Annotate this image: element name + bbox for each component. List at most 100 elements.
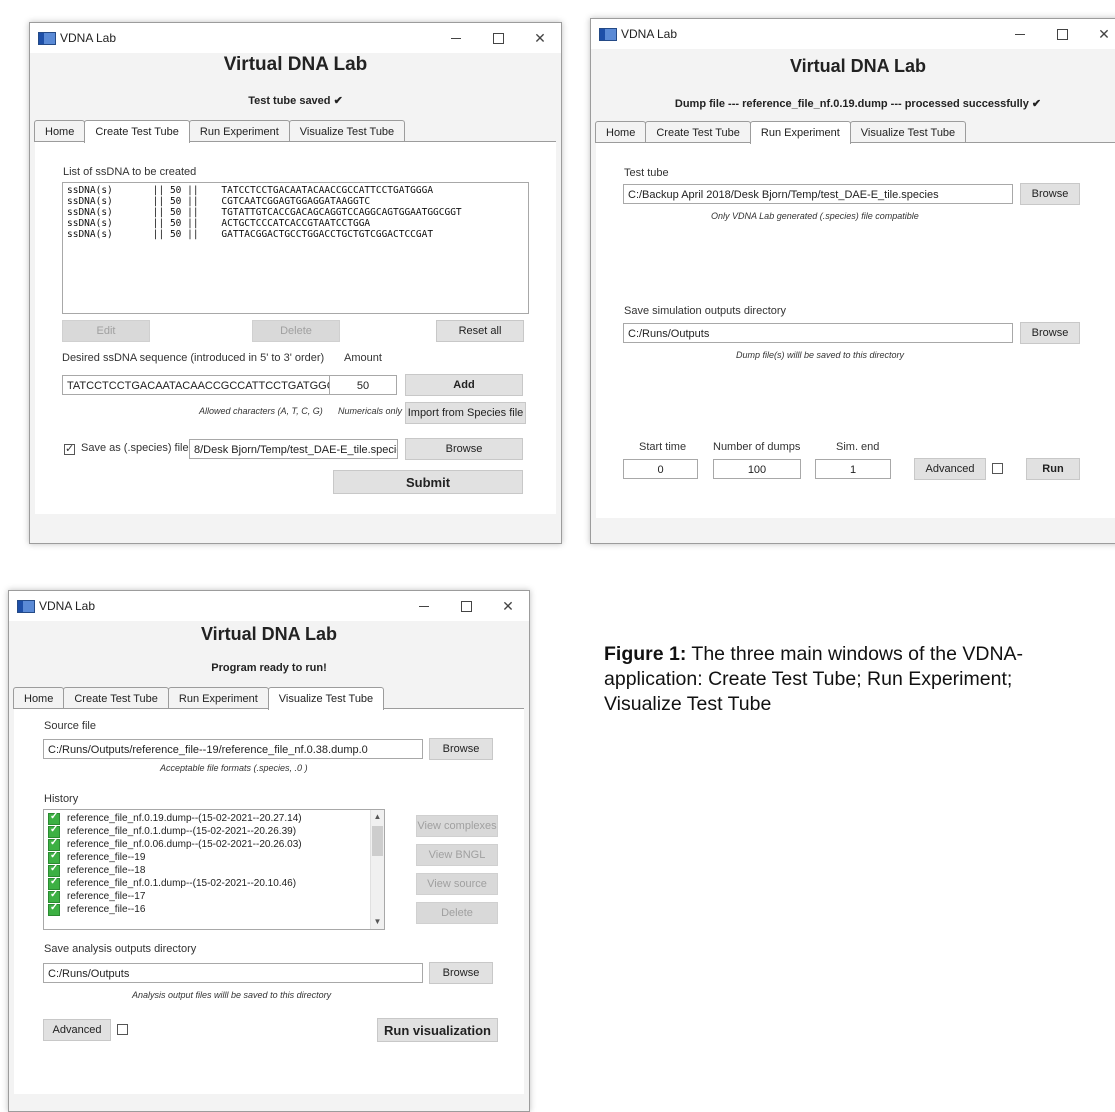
maximize-icon[interactable] xyxy=(1041,19,1083,49)
caption-text: The three main windows of the VDNA- xyxy=(686,643,1024,665)
start-time-label: Start time xyxy=(639,441,687,453)
scroll-down-icon[interactable]: ▼ xyxy=(371,915,384,929)
list-label: List of ssDNA to be created xyxy=(63,166,197,178)
view-bngl-button[interactable]: View BNGL xyxy=(416,844,498,866)
view-complexes-button[interactable]: View complexes xyxy=(416,815,498,837)
view-source-button[interactable]: View source xyxy=(416,873,498,895)
tab-run-experiment[interactable]: Run Experiment xyxy=(749,121,851,144)
window-title: VDNA Lab xyxy=(39,599,96,613)
outputs-label: Save simulation outputs directory xyxy=(624,305,787,317)
sim-end-input[interactable]: 1 xyxy=(815,459,891,479)
list-item[interactable]: reference_file--16 xyxy=(44,902,384,916)
allowed-characters-hint: Allowed characters (A, T, C, G) xyxy=(199,406,323,416)
minimize-icon[interactable] xyxy=(435,23,477,53)
history-scrollbar[interactable]: ▲ ▼ xyxy=(370,810,384,929)
advanced-button[interactable]: Advanced xyxy=(43,1019,111,1041)
close-icon[interactable]: ✕ xyxy=(519,23,561,53)
sim-end-label: Sim. end xyxy=(836,441,880,453)
save-species-label: Save as (.species) file xyxy=(81,442,189,454)
number-of-dumps-label: Number of dumps xyxy=(713,441,801,453)
tab-visualize-test-tube[interactable]: Visualize Test Tube xyxy=(267,687,385,710)
close-icon[interactable]: ✕ xyxy=(1083,19,1115,49)
tab-create-test-tube[interactable]: Create Test Tube xyxy=(84,120,190,143)
history-list[interactable]: reference_file_nf.0.19.dump--(15-02-2021… xyxy=(43,809,385,930)
title-bar: VDNA Lab ✕ xyxy=(30,23,561,53)
sequence-input[interactable]: TATCCTCCTGACAATACAACCGCCATTCCTGATGGGA xyxy=(62,375,334,395)
analysis-path-input[interactable]: C:/Runs/Outputs xyxy=(43,963,423,983)
amount-input[interactable]: 50 xyxy=(329,375,397,395)
scroll-up-icon[interactable]: ▲ xyxy=(371,810,384,824)
title-bar: VDNA Lab ✕ xyxy=(591,19,1115,49)
tab-panel: Source file C:/Runs/Outputs/reference_fi… xyxy=(14,708,524,1094)
submit-button[interactable]: Submit xyxy=(333,470,523,494)
numericals-hint: Numericals only xyxy=(338,406,403,416)
caption-text-line2: application: Create Test Tube; Run Exper… xyxy=(604,668,1013,690)
delete-button[interactable]: Delete xyxy=(252,320,340,342)
tab-create-test-tube[interactable]: Create Test Tube xyxy=(63,687,169,709)
ssdna-list[interactable]: ssDNA(s) || 50 || TATCCTCCTGACAATACAACCG… xyxy=(62,182,529,314)
scroll-thumb[interactable] xyxy=(372,826,383,856)
advanced-button[interactable]: Advanced xyxy=(914,458,986,480)
advanced-checkbox[interactable] xyxy=(117,1024,128,1035)
maximize-icon[interactable] xyxy=(445,591,487,621)
list-item[interactable]: ssDNA(s) || 50 || GATTACGGACTGCCTGGACCTG… xyxy=(67,229,524,240)
test-tube-label: Test tube xyxy=(624,167,669,179)
analysis-hint: Analysis output files willl be saved to … xyxy=(132,990,332,1000)
delete-button[interactable]: Delete xyxy=(416,902,498,924)
tab-run-experiment[interactable]: Run Experiment xyxy=(167,687,269,709)
list-item[interactable]: reference_file_nf.0.06.dump--(15-02-2021… xyxy=(44,837,384,851)
status-message: Test tube saved ✔ xyxy=(248,95,343,107)
list-item[interactable]: ssDNA(s) || 50 || TGTATTGTCACCGACAGCAGGT… xyxy=(67,207,524,218)
minimize-icon[interactable] xyxy=(999,19,1041,49)
start-time-input[interactable]: 0 xyxy=(623,459,698,479)
tab-visualize-test-tube[interactable]: Visualize Test Tube xyxy=(288,120,406,142)
window-title: VDNA Lab xyxy=(60,31,117,45)
list-item[interactable]: reference_file_nf.0.19.dump--(15-02-2021… xyxy=(44,811,384,825)
status-message: Program ready to run! xyxy=(211,662,327,674)
browse-button[interactable]: Browse xyxy=(405,438,523,460)
formats-hint: Acceptable file formats (.species, .0 ) xyxy=(160,763,308,773)
list-item[interactable]: ssDNA(s) || 50 || CGTCAATCGGAGTGGAGGATAA… xyxy=(67,196,524,207)
save-path-input[interactable]: 8/Desk Bjorn/Temp/test_DAE-E_tile.specie… xyxy=(189,439,398,459)
list-item[interactable]: reference_file_nf.0.1.dump--(15-02-2021-… xyxy=(44,876,384,890)
browse-button[interactable]: Browse xyxy=(1020,183,1080,205)
tab-panel: Test tube C:/Backup April 2018/Desk Bjor… xyxy=(596,142,1115,518)
maximize-icon[interactable] xyxy=(477,23,519,53)
add-button[interactable]: Add xyxy=(405,374,523,396)
list-item[interactable]: reference_file--19 xyxy=(44,850,384,864)
app-icon xyxy=(38,31,56,45)
run-button[interactable]: Run xyxy=(1026,458,1080,480)
test-tube-path-input[interactable]: C:/Backup April 2018/Desk Bjorn/Temp/tes… xyxy=(623,184,1013,204)
browse-button[interactable]: Browse xyxy=(429,962,493,984)
close-icon[interactable]: ✕ xyxy=(487,591,529,621)
source-path-input[interactable]: C:/Runs/Outputs/reference_file--19/refer… xyxy=(43,739,423,759)
run-visualization-button[interactable]: Run visualization xyxy=(377,1018,498,1042)
tab-run-experiment[interactable]: Run Experiment xyxy=(188,120,290,142)
save-species-checkbox[interactable] xyxy=(64,442,75,455)
browse-button[interactable]: Browse xyxy=(1020,322,1080,344)
caption-text-line3: Visualize Test Tube xyxy=(604,693,772,715)
amount-label: Amount xyxy=(344,352,382,364)
tab-home[interactable]: Home xyxy=(595,121,647,143)
window-title: VDNA Lab xyxy=(621,27,678,41)
tab-create-test-tube[interactable]: Create Test Tube xyxy=(645,121,751,143)
number-of-dumps-input[interactable]: 100 xyxy=(713,459,801,479)
browse-button[interactable]: Browse xyxy=(429,738,493,760)
run-experiment-window: VDNA Lab ✕ Virtual DNA Lab Dump file ---… xyxy=(590,18,1115,544)
import-species-button[interactable]: Import from Species file xyxy=(405,402,526,424)
source-file-label: Source file xyxy=(44,720,96,732)
edit-button[interactable]: Edit xyxy=(62,320,150,342)
tab-visualize-test-tube[interactable]: Visualize Test Tube xyxy=(849,121,967,143)
reset-all-button[interactable]: Reset all xyxy=(436,320,524,342)
app-heading: Virtual DNA Lab xyxy=(223,54,368,75)
minimize-icon[interactable] xyxy=(403,591,445,621)
list-item[interactable]: ssDNA(s) || 50 || TATCCTCCTGACAATACAACCG… xyxy=(67,185,524,196)
outputs-path-input[interactable]: C:/Runs/Outputs xyxy=(623,323,1013,343)
tab-home[interactable]: Home xyxy=(13,687,65,709)
list-item[interactable]: reference_file--17 xyxy=(44,889,384,903)
tab-home[interactable]: Home xyxy=(34,120,86,142)
advanced-checkbox[interactable] xyxy=(992,463,1003,474)
list-item[interactable]: reference_file--18 xyxy=(44,863,384,877)
list-item[interactable]: ssDNA(s) || 50 || ACTGCTCCCATCACCGTAATCC… xyxy=(67,218,524,229)
list-item[interactable]: reference_file_nf.0.1.dump--(15-02-2021-… xyxy=(44,824,384,838)
